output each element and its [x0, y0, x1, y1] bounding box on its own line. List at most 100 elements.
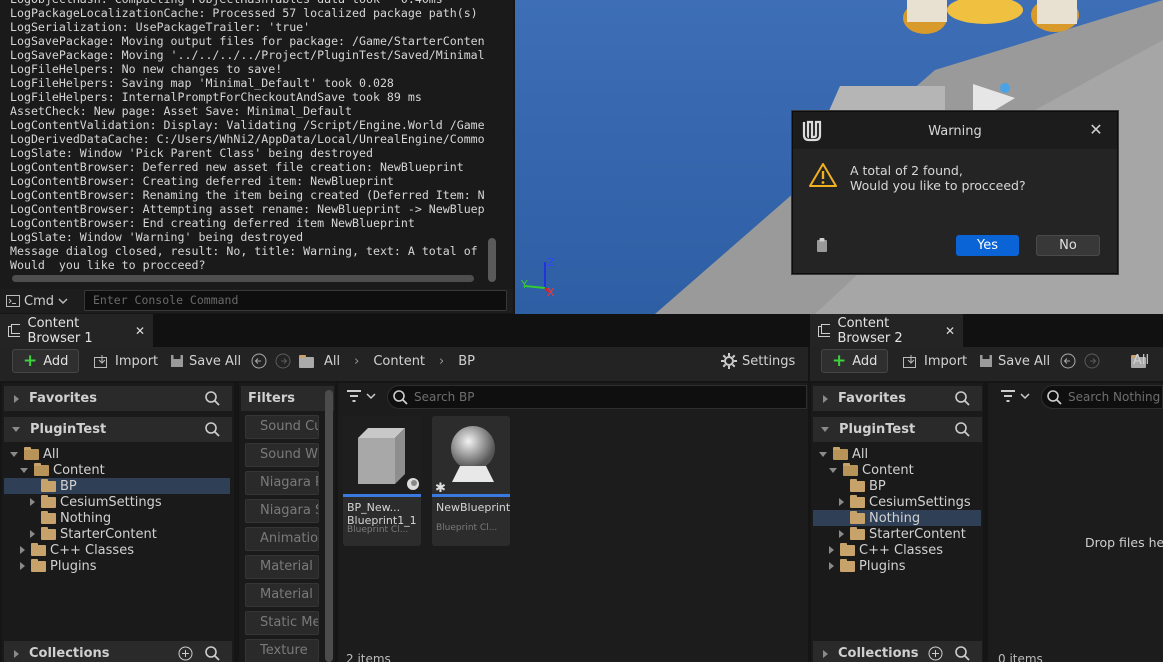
asset-tile-new-blueprint[interactable]: ✱ NewBlueprint Blueprint Cl...: [432, 416, 510, 546]
collapse-arrow-icon[interactable]: [829, 546, 834, 554]
import-button[interactable]: Import: [903, 349, 967, 373]
collapse-arrow-icon[interactable]: [829, 562, 834, 570]
clipboard-icon[interactable]: [815, 237, 829, 253]
log-line: LogContentValidation: Display: Validatin…: [10, 118, 485, 132]
crumb-bp[interactable]: BP: [458, 354, 475, 369]
favorites-header[interactable]: Favorites: [4, 386, 232, 411]
tree-item-c-classes[interactable]: C++ Classes: [813, 542, 981, 558]
filter-item[interactable]: Static Me: [245, 611, 319, 635]
import-icon: [903, 355, 916, 368]
import-button[interactable]: Import: [94, 349, 158, 373]
collections-header[interactable]: Collections: [4, 641, 232, 662]
filter-dropdown-button[interactable]: [1000, 389, 1030, 403]
cmd-dropdown-button[interactable]: Cmd: [6, 291, 68, 311]
collections-header[interactable]: Collections: [813, 641, 982, 662]
no-button[interactable]: No: [1036, 235, 1100, 256]
filter-item[interactable]: Material: [245, 555, 319, 579]
filter-item[interactable]: Material F: [245, 583, 319, 607]
asset-tile-bp-new-blueprint[interactable]: BP_New... Blueprint1_1 Blueprint Cl...: [343, 416, 421, 546]
collapse-arrow-icon[interactable]: [20, 546, 25, 554]
forward-arrow-icon[interactable]: [275, 353, 291, 369]
tree-item-c-classes[interactable]: C++ Classes: [4, 542, 230, 558]
log-vertical-scrollbar[interactable]: [488, 238, 496, 282]
log-line: AssetCheck: New page: Asset Save: Minima…: [10, 104, 353, 118]
yes-button[interactable]: Yes: [956, 235, 1019, 256]
search-icon[interactable]: [955, 391, 970, 406]
tab-content-browser-2[interactable]: Content Browser 2 ✕: [810, 314, 963, 347]
add-collection-icon[interactable]: [178, 646, 193, 661]
asset-search-input[interactable]: Search BP: [387, 385, 807, 409]
favorites-label: Favorites: [838, 391, 906, 406]
crumb-content[interactable]: Content: [373, 354, 425, 369]
expand-arrow-icon[interactable]: [819, 451, 827, 457]
expand-arrow-icon[interactable]: [20, 467, 28, 473]
add-collection-icon[interactable]: [928, 646, 943, 661]
search-icon[interactable]: [205, 391, 220, 406]
crumb-all[interactable]: All: [1133, 353, 1149, 368]
filter-item[interactable]: Animation: [245, 527, 319, 551]
filter-item[interactable]: Sound Wa: [245, 443, 319, 467]
close-icon[interactable]: ✕: [1086, 120, 1106, 140]
log-line: LogContentBrowser: Deferred new asset fi…: [10, 160, 464, 174]
tab-close-icon[interactable]: ✕: [945, 324, 955, 338]
tree-item-cesiumsettings[interactable]: CesiumSettings: [813, 494, 981, 510]
tab-close-icon[interactable]: ✕: [135, 324, 145, 338]
tree-item-plugins[interactable]: Plugins: [813, 558, 981, 574]
save-all-button[interactable]: Save All: [979, 349, 1050, 373]
filter-item[interactable]: Niagara S: [245, 499, 319, 523]
collapse-arrow-icon[interactable]: [839, 498, 844, 506]
output-log-lines: LogObjectHash: Compacting FObjectHashTab…: [10, 0, 490, 272]
back-arrow-icon[interactable]: [1060, 353, 1076, 369]
expand-arrow-icon[interactable]: [829, 467, 837, 473]
search-icon[interactable]: [955, 646, 970, 661]
settings-button[interactable]: Settings: [721, 349, 795, 373]
tree-item-label: Plugins: [859, 558, 906, 574]
crumb-all[interactable]: All: [324, 354, 340, 369]
filter-item[interactable]: Sound Cu: [245, 415, 319, 439]
tree-item-bp[interactable]: BP: [813, 478, 981, 494]
dialog-titlebar[interactable]: Warning ✕: [793, 112, 1117, 149]
project-label: PluginTest: [30, 422, 107, 437]
expand-arrow-icon[interactable]: [10, 451, 18, 457]
log-horizontal-scrollbar[interactable]: [12, 275, 474, 282]
filter-dropdown-button[interactable]: [346, 389, 376, 403]
search-icon[interactable]: [205, 422, 220, 437]
path-folder-icon[interactable]: [299, 355, 314, 368]
chevron-right-icon: ›: [354, 353, 360, 369]
console-command-input[interactable]: Enter Console Command: [84, 290, 507, 311]
collapse-arrow-icon[interactable]: [30, 498, 35, 506]
gear-icon: [721, 353, 737, 369]
save-all-button[interactable]: Save All: [170, 349, 241, 373]
search-icon[interactable]: [205, 646, 220, 661]
project-header[interactable]: PluginTest: [4, 417, 232, 442]
forward-arrow-icon[interactable]: [1084, 353, 1100, 369]
tree-item-nothing[interactable]: Nothing: [813, 510, 981, 526]
tree-item-plugins[interactable]: Plugins: [4, 558, 230, 574]
tree-item-startercontent[interactable]: StarterContent: [4, 526, 230, 542]
filters-scrollbar[interactable]: [325, 390, 333, 662]
tree-item-content[interactable]: Content: [4, 462, 230, 478]
collapse-arrow-icon[interactable]: [30, 530, 35, 538]
tab-content-browser-1[interactable]: Content Browser 1 ✕: [0, 314, 153, 347]
add-button[interactable]: + Add: [12, 349, 80, 373]
tree-item-nothing[interactable]: Nothing: [4, 510, 230, 526]
back-arrow-icon[interactable]: [251, 353, 267, 369]
project-label: PluginTest: [839, 422, 916, 437]
collapse-arrow-icon[interactable]: [20, 562, 25, 570]
filter-icon: [1001, 390, 1015, 402]
add-button[interactable]: + Add: [821, 349, 889, 373]
search-icon[interactable]: [955, 422, 970, 437]
tree-item-all[interactable]: All: [813, 446, 981, 462]
collapse-arrow-icon[interactable]: [839, 530, 844, 538]
tree-item-cesiumsettings[interactable]: CesiumSettings: [4, 494, 230, 510]
filter-item[interactable]: Niagara P: [245, 471, 319, 495]
filter-item[interactable]: Texture: [245, 639, 319, 662]
asset-type: Blueprint Cl...: [436, 523, 498, 533]
favorites-header[interactable]: Favorites: [813, 386, 982, 411]
tree-item-label: Plugins: [50, 558, 97, 574]
tree-item-all[interactable]: All: [4, 446, 230, 462]
project-header[interactable]: PluginTest: [813, 417, 982, 442]
tree-item-startercontent[interactable]: StarterContent: [813, 526, 981, 542]
tree-item-content[interactable]: Content: [813, 462, 981, 478]
tree-item-bp[interactable]: BP: [4, 478, 230, 494]
